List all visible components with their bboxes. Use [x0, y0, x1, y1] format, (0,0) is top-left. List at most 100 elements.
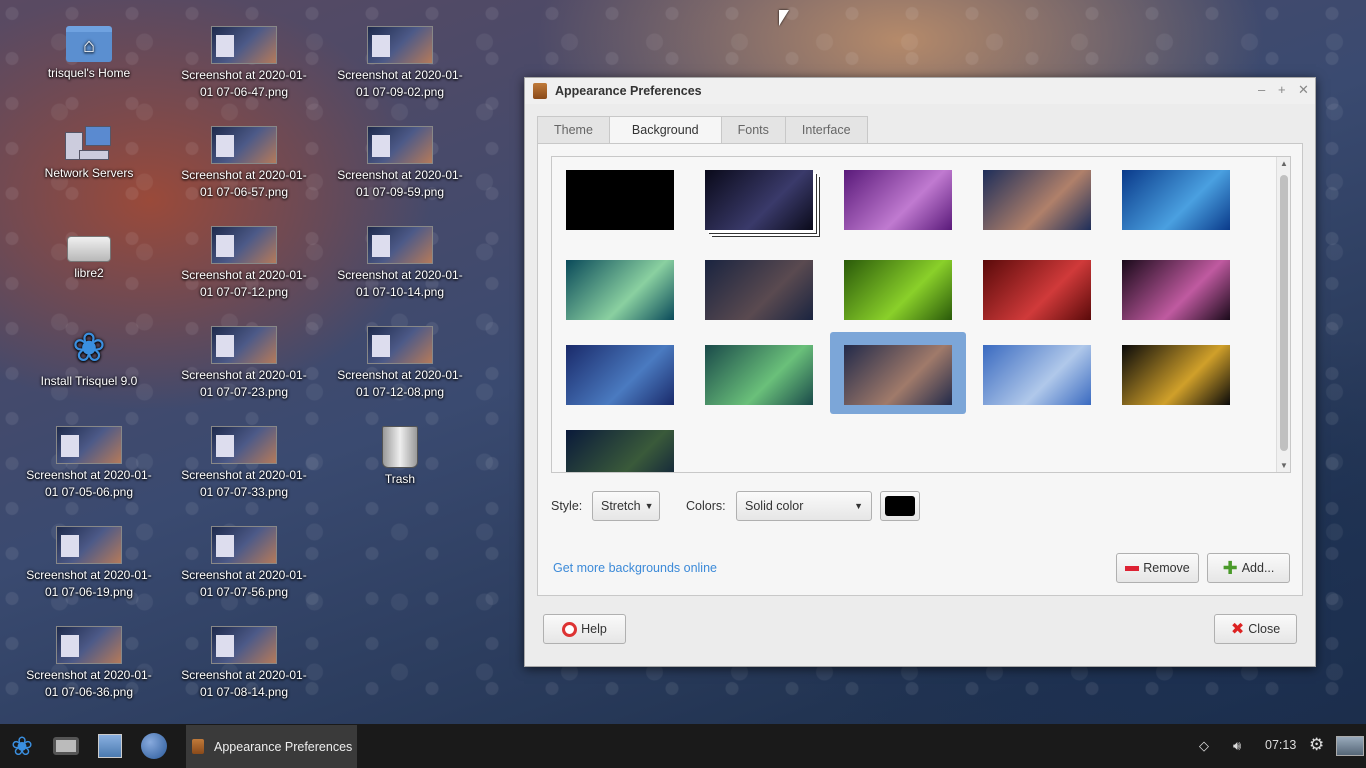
taskbar-item-appearance-preferences[interactable]: Appearance Preferences	[186, 725, 357, 768]
scroll-down-icon[interactable]: ▼	[1280, 461, 1288, 470]
drive-desktop-item[interactable]: libre2	[14, 226, 164, 282]
mouse-cursor-icon	[779, 10, 789, 26]
trisquel-installer-icon: ❀	[72, 326, 106, 370]
desktop-item-label: Screenshot at 2020-01-	[26, 668, 152, 682]
screenshot-file-desktop-item[interactable]: Screenshot at 2020-01- 01 07-06-36.png	[14, 626, 164, 701]
desktop-item-label: Screenshot at 2020-01-	[337, 268, 463, 282]
desktop-item-label: 01 07-06-57.png	[199, 185, 289, 199]
get-more-backgrounds-link[interactable]: Get more backgrounds online	[553, 561, 717, 575]
wallpaper-thumb-night-trees[interactable]	[705, 260, 813, 320]
desktop-item-label: 01 07-12-08.png	[355, 385, 445, 399]
desktop-item-label: 01 07-07-56.png	[199, 585, 289, 599]
color-picker-button[interactable]	[880, 491, 920, 521]
desktop-item-label: trisquel's Home	[47, 66, 131, 80]
color-swatch	[885, 496, 915, 516]
desktop-item-label: Screenshot at 2020-01-	[337, 168, 463, 182]
screenshot-file-desktop-item[interactable]: Screenshot at 2020-01- 01 07-06-47.png	[169, 26, 319, 101]
minimize-icon[interactable]: –	[1258, 82, 1265, 97]
screenshot-file-desktop-item[interactable]: Screenshot at 2020-01- 01 07-10-14.png	[325, 226, 475, 301]
screenshot-file-desktop-item[interactable]: Screenshot at 2020-01- 01 07-08-14.png	[169, 626, 319, 701]
appearance-preferences-window: Appearance Preferences – + ✕ Theme Backg…	[524, 77, 1316, 667]
tab-fonts[interactable]: Fonts	[720, 116, 786, 144]
app-icon	[533, 83, 547, 99]
wallpaper-thumb-blue-drops[interactable]	[566, 345, 674, 405]
tab-background[interactable]: Background	[608, 116, 722, 144]
wallpaper-thumb-night-sky-tree[interactable]	[566, 430, 674, 472]
maximize-icon[interactable]: +	[1278, 82, 1286, 97]
desktop-item-label: Trash	[384, 472, 416, 486]
web-browser-icon[interactable]	[138, 730, 170, 762]
desktop-item-label: Network Servers	[44, 166, 134, 180]
wallpaper-thumb-black[interactable]	[566, 170, 674, 230]
scrollbar-thumb[interactable]	[1280, 175, 1288, 451]
wallpaper-thumb-green-stripes[interactable]	[844, 260, 952, 320]
screenshot-file-desktop-item[interactable]: Screenshot at 2020-01- 01 07-07-56.png	[169, 526, 319, 601]
desktop-item-label: Screenshot at 2020-01-	[26, 468, 152, 482]
desktop-item-label: Screenshot at 2020-01-	[181, 668, 307, 682]
desktop-item-label: 01 07-09-02.png	[355, 85, 445, 99]
screenshot-file-desktop-item[interactable]: Screenshot at 2020-01- 01 07-09-02.png	[325, 26, 475, 101]
clock[interactable]: 07:13	[1265, 738, 1296, 752]
wallpaper-thumb-light-blue-waves[interactable]	[983, 345, 1091, 405]
desktop-item-label: 01 07-07-33.png	[199, 485, 289, 499]
screenshot-file-desktop-item[interactable]: Screenshot at 2020-01- 01 07-07-33.png	[169, 426, 319, 501]
wallpaper-scrollbar[interactable]: ▲ ▼	[1276, 157, 1290, 472]
wallpaper-thumb-pink-glow[interactable]	[1122, 260, 1230, 320]
app-icon	[192, 739, 204, 754]
desktop-item-label: Install Trisquel 9.0	[40, 374, 138, 388]
wallpaper-thumb-dusk-drops[interactable]	[844, 345, 952, 405]
trisquel-menu-icon[interactable]: ❀	[6, 730, 38, 762]
add-button[interactable]: ✚ Add...	[1207, 553, 1290, 583]
screenshot-file-icon	[367, 26, 433, 64]
chevron-down-icon: ▼	[854, 501, 863, 511]
tab-interface[interactable]: Interface	[784, 116, 868, 144]
wallpaper-thumb-teal-waves[interactable]	[566, 260, 674, 320]
wifi-icon[interactable]: ◇	[1199, 738, 1209, 754]
remove-button[interactable]: Remove	[1116, 553, 1199, 583]
close-window-icon[interactable]: ✕	[1298, 82, 1309, 98]
scroll-up-icon[interactable]: ▲	[1280, 159, 1288, 168]
style-dropdown[interactable]: Stretch ▼	[592, 491, 660, 521]
wallpaper-thumb-comet[interactable]	[705, 170, 813, 230]
chevron-down-icon: ▼	[644, 501, 654, 511]
network-servers-desktop-item[interactable]: Network Servers	[14, 126, 164, 182]
wallpaper-thumb-red-curtain[interactable]	[983, 260, 1091, 320]
screenshot-file-icon	[211, 626, 277, 664]
colors-dropdown[interactable]: Solid color ▼	[736, 491, 872, 521]
help-button[interactable]: Help	[543, 614, 626, 644]
wallpaper-thumb-dusk-waves[interactable]	[983, 170, 1091, 230]
screenshot-file-desktop-item[interactable]: Screenshot at 2020-01- 01 07-12-08.png	[325, 326, 475, 401]
screenshot-file-desktop-item[interactable]: Screenshot at 2020-01- 01 07-07-23.png	[169, 326, 319, 401]
trisquel-installer-desktop-item[interactable]: ❀ Install Trisquel 9.0	[14, 326, 164, 390]
screenshot-file-desktop-item[interactable]: Screenshot at 2020-01- 01 07-07-12.png	[169, 226, 319, 301]
wallpaper-thumb-blue-waves[interactable]	[1122, 170, 1230, 230]
show-desktop-icon[interactable]	[1336, 736, 1364, 756]
desktop-item-label: Screenshot at 2020-01-	[181, 268, 307, 282]
tab-theme[interactable]: Theme	[537, 116, 610, 144]
wallpaper-thumb-purple-waves[interactable]	[844, 170, 952, 230]
window-title: Appearance Preferences	[555, 84, 702, 98]
wallpaper-thumb-green-drops[interactable]	[705, 345, 813, 405]
desktop-item-label: 01 07-08-14.png	[199, 685, 289, 699]
screenshot-file-desktop-item[interactable]: Screenshot at 2020-01- 01 07-05-06.png	[14, 426, 164, 501]
desktop-item-label: 01 07-07-23.png	[199, 385, 289, 399]
close-icon: ✖	[1230, 621, 1245, 638]
volume-icon[interactable]: 🔊︎	[1233, 738, 1241, 754]
file-manager-icon[interactable]	[94, 730, 126, 762]
plus-icon: ✚	[1222, 558, 1238, 578]
screenshot-file-desktop-item[interactable]: Screenshot at 2020-01- 01 07-06-57.png	[169, 126, 319, 201]
wallpaper-thumb-rainbow-swirl[interactable]	[1122, 345, 1230, 405]
desktop-item-label: Screenshot at 2020-01-	[337, 68, 463, 82]
screenshot-file-icon	[211, 526, 277, 564]
camera-icon[interactable]	[50, 730, 82, 762]
window-titlebar[interactable]: Appearance Preferences	[525, 78, 1315, 104]
screenshot-file-desktop-item[interactable]: Screenshot at 2020-01- 01 07-06-19.png	[14, 526, 164, 601]
screenshot-file-icon	[367, 226, 433, 264]
settings-gear-icon[interactable]: ⚙	[1309, 735, 1324, 755]
trash-desktop-item[interactable]: Trash	[325, 426, 475, 488]
home-folder-desktop-item[interactable]: trisquel's Home	[14, 26, 164, 82]
screenshot-file-desktop-item[interactable]: Screenshot at 2020-01- 01 07-09-59.png	[325, 126, 475, 201]
close-button[interactable]: ✖ Close	[1214, 614, 1297, 644]
help-button-label: Help	[581, 622, 607, 636]
desktop-item-label: 01 07-06-19.png	[44, 585, 134, 599]
